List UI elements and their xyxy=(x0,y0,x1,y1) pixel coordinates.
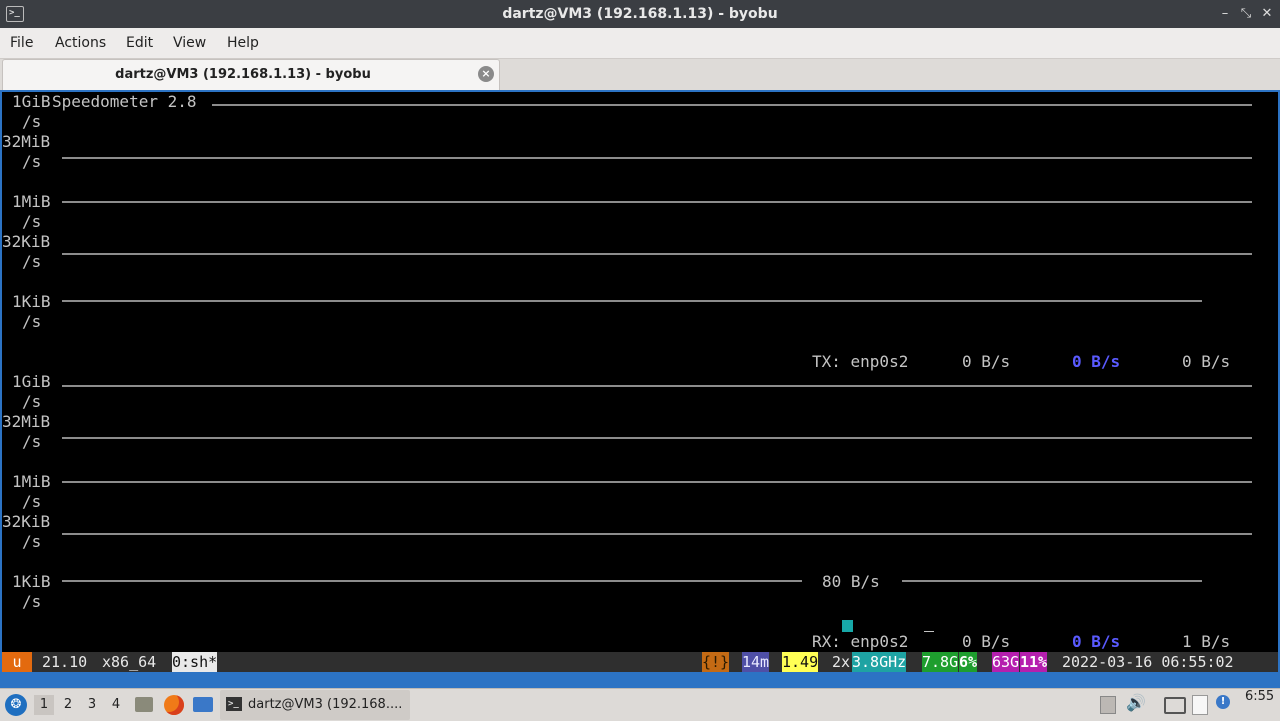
volume-icon[interactable]: 🔊 xyxy=(1126,693,1146,712)
rx-scale-label: 32KiB xyxy=(2,512,51,531)
workspace-3[interactable]: 3 xyxy=(82,695,102,715)
rx-scale-label: /s xyxy=(22,492,42,511)
tx-scale-label: /s xyxy=(22,152,42,171)
file-manager-icon[interactable] xyxy=(135,697,153,712)
terminal-task-icon: >_ xyxy=(226,697,242,711)
desktop-icon[interactable] xyxy=(193,697,213,712)
close-icon[interactable]: ✕ xyxy=(1259,6,1275,22)
rx-average-rate: 0 B/s xyxy=(1072,632,1121,651)
disk-usage: 11% xyxy=(1020,652,1048,672)
tx-scale-label: 32KiB xyxy=(2,232,51,251)
cpu-frequency: 3.8GHz xyxy=(852,652,907,672)
workspace-4[interactable]: 4 xyxy=(106,695,126,715)
byobu-status-bar: u 21.10 x86_64 0:sh* {!} 14m 1.49 2x 3.8… xyxy=(2,652,1278,672)
rx-gridline xyxy=(62,580,802,582)
memory-usage: 6% xyxy=(959,652,978,672)
tx-peak-rate: 0 B/s xyxy=(1182,352,1231,371)
tx-scale-label: 1MiB xyxy=(12,192,51,211)
memory-total: 7.8G xyxy=(922,652,959,672)
tx-interface-label: TX: enp0s2 xyxy=(812,352,909,371)
taskbar-task-label: dartz@VM3 (192.168.... xyxy=(248,697,403,712)
ubuntu-logo: u xyxy=(2,652,32,672)
workspace-2[interactable]: 2 xyxy=(58,695,78,715)
tx-scale-label: /s xyxy=(22,312,42,331)
rx-interface-label: RX: enp0s2 xyxy=(812,632,909,651)
tx-scale-label: /s xyxy=(22,112,42,131)
tx-gridline xyxy=(62,157,1252,159)
menu-bar: File Actions Edit View Help xyxy=(0,28,1280,59)
date-time: 2022-03-16 06:55:02 xyxy=(1062,653,1234,671)
uptime: 14m xyxy=(742,652,770,672)
architecture: x86_64 xyxy=(102,653,157,671)
release-version: 21.10 xyxy=(42,653,88,671)
menu-edit[interactable]: Edit xyxy=(126,28,153,58)
tray-eject-icon[interactable] xyxy=(1100,696,1116,714)
tx-gridline xyxy=(62,253,1252,255)
cpu-count: 2x xyxy=(832,653,851,671)
rx-scale-label: 1KiB xyxy=(12,572,51,591)
network-icon[interactable] xyxy=(1164,697,1186,714)
tx-scale-label: 32MiB xyxy=(2,132,51,151)
rx-scale-label: /s xyxy=(22,392,42,411)
firefox-icon[interactable] xyxy=(164,695,184,715)
rx-gridline xyxy=(62,481,1252,483)
rx-gridline xyxy=(62,385,1252,387)
rx-scale-label: 1MiB xyxy=(12,472,51,491)
start-menu-icon[interactable]: ❂ xyxy=(5,694,27,716)
window-title: dartz@VM3 (192.168.1.13) - byobu xyxy=(502,6,778,22)
tx-scale-label: /s xyxy=(22,212,42,231)
rx-peak-rate: 1 B/s xyxy=(1182,632,1231,651)
tx-current-rate: 0 B/s xyxy=(962,352,1011,371)
update-notifier-icon[interactable]: ! xyxy=(1216,695,1230,709)
tx-scale-label: 1GiB xyxy=(12,92,51,111)
workspace-1[interactable]: 1 xyxy=(34,695,54,715)
rx-gridline xyxy=(62,533,1252,535)
rx-cursor-block xyxy=(842,620,853,632)
rx-gridline xyxy=(62,437,1252,439)
taskbar-task-terminal[interactable]: >_ dartz@VM3 (192.168.... xyxy=(220,690,410,720)
minimize-icon[interactable]: – xyxy=(1217,6,1233,22)
window-tab-active[interactable]: 0:sh* xyxy=(172,652,218,672)
tx-gridline xyxy=(62,300,1202,302)
tx-gridline xyxy=(212,104,1252,106)
rx-scale-label: /s xyxy=(22,532,42,551)
rx-scale-label: 32MiB xyxy=(2,412,51,431)
alert-indicator: {!} xyxy=(702,652,730,672)
rx-gridline xyxy=(902,580,1202,582)
clipboard-icon[interactable] xyxy=(1192,695,1208,715)
rx-traffic-mark xyxy=(924,631,934,632)
terminal-screen[interactable]: 1GiB Speedometer 2.8 /s 32MiB /s 1MiB /s… xyxy=(2,92,1278,652)
menu-view[interactable]: View xyxy=(173,28,206,58)
window-titlebar: >_ dartz@VM3 (192.168.1.13) - byobu – ⤡ … xyxy=(0,0,1280,28)
tab-bar: dartz@VM3 (192.168.1.13) - byobu × xyxy=(0,59,1280,90)
clock[interactable]: 6:55 xyxy=(1245,689,1274,721)
menu-file[interactable]: File xyxy=(10,28,33,58)
rx-scale-label: /s xyxy=(22,592,42,611)
tab-label: dartz@VM3 (192.168.1.13) - byobu xyxy=(115,67,371,82)
tx-average-rate: 0 B/s xyxy=(1072,352,1121,371)
maximize-icon[interactable]: ⤡ xyxy=(1238,6,1254,22)
tx-scale-label: 1KiB xyxy=(12,292,51,311)
tx-gridline xyxy=(62,201,1252,203)
rx-marker-label: 80 B/s xyxy=(822,572,880,591)
taskbar: ❂ 1 2 3 4 >_ dartz@VM3 (192.168.... 🔊 ! … xyxy=(0,688,1280,721)
rx-current-rate: 0 B/s xyxy=(962,632,1011,651)
tab-terminal[interactable]: dartz@VM3 (192.168.1.13) - byobu × xyxy=(2,59,500,90)
menu-actions[interactable]: Actions xyxy=(55,28,106,58)
disk-total: 63G xyxy=(992,652,1020,672)
tab-close-icon[interactable]: × xyxy=(478,66,494,82)
speedometer-title: Speedometer 2.8 xyxy=(52,92,197,111)
rx-scale-label: /s xyxy=(22,432,42,451)
rx-scale-label: 1GiB xyxy=(12,372,51,391)
tx-scale-label: /s xyxy=(22,252,42,271)
load-average: 1.49 xyxy=(782,652,819,672)
menu-help[interactable]: Help xyxy=(227,28,259,58)
